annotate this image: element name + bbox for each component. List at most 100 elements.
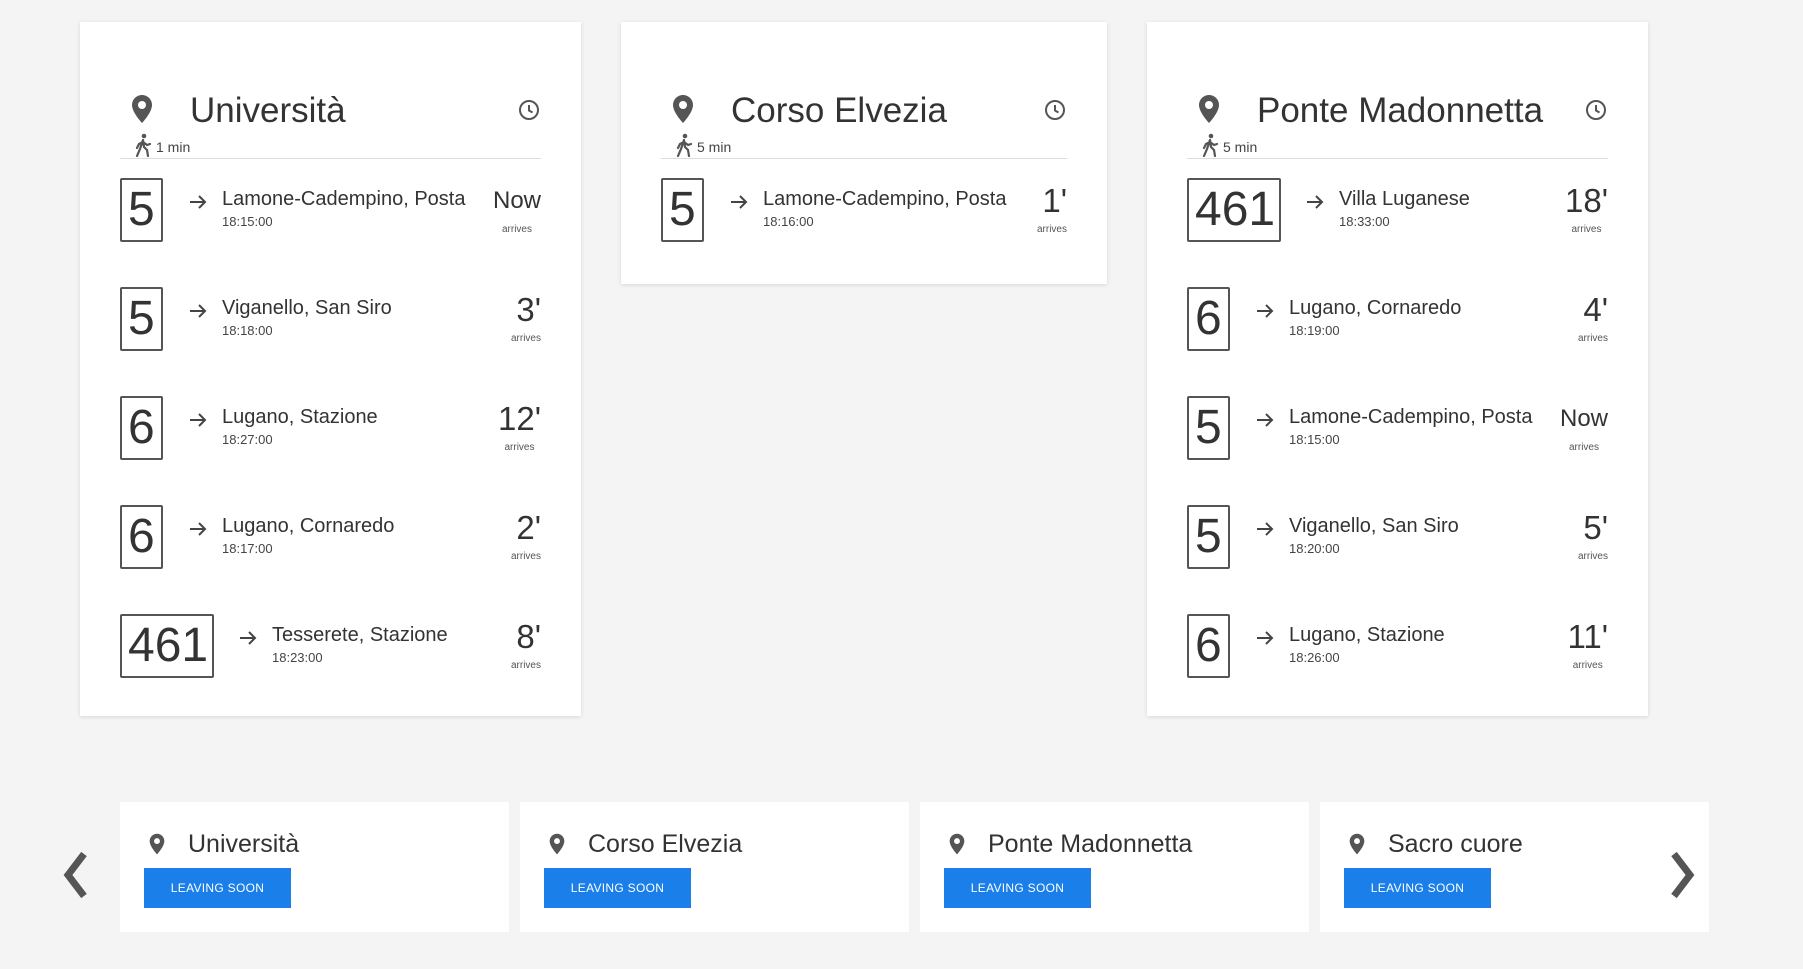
departure-row[interactable]: 5 Lamone-Cadempino, Posta 18:16:00 1' arrive…	[661, 178, 1067, 248]
line-badge: 6	[1187, 287, 1230, 351]
eta-label: arrives	[1571, 224, 1602, 235]
stop-title: Ponte Madonnetta	[1257, 91, 1544, 130]
eta: 1' arrives	[1037, 182, 1067, 235]
eta-label: arrives	[1577, 551, 1608, 562]
departure-time: 18:17:00	[222, 541, 273, 556]
walking-person-icon	[134, 133, 152, 158]
destination: Lugano, Cornaredo	[222, 515, 395, 537]
eta-value: 18'	[1564, 182, 1608, 219]
stop-title: Università	[190, 91, 346, 130]
line-badge: 5	[1187, 396, 1230, 460]
clock-icon[interactable]	[517, 98, 541, 122]
departure-time: 18:23:00	[272, 650, 323, 665]
destination: Viganello, San Siro	[222, 297, 392, 319]
eta-value: 3'	[516, 291, 541, 328]
destination: Villa Luganese	[1339, 188, 1470, 210]
departure-row[interactable]: 5 Lamone-Cadempino, Posta 18:15:00 Now arriv…	[1187, 396, 1608, 466]
stop-summary-title: Università	[188, 830, 300, 858]
eta-value: Now	[492, 187, 541, 214]
departure-row[interactable]: 6 Lugano, Stazione 18:26:00 11' arrives	[1187, 614, 1608, 684]
departure-row[interactable]: 6 Lugano, Stazione 18:27:00 12' arrives	[120, 396, 541, 466]
eta: 8' arrives	[511, 618, 541, 671]
destination: Lugano, Stazione	[1289, 624, 1445, 646]
departure-row[interactable]: 6 Lugano, Cornaredo 18:19:00 4' arrives	[1187, 287, 1608, 357]
eta: Now arrives	[1560, 400, 1608, 453]
destination: Viganello, San Siro	[1289, 515, 1459, 537]
line-badge: 5	[1187, 505, 1230, 569]
arrow-right-icon	[1305, 192, 1325, 212]
walking-person-icon	[1201, 133, 1219, 158]
eta: 11' arrives	[1567, 618, 1608, 671]
leaving-soon-button[interactable]: LEAVING SOON	[1344, 868, 1491, 908]
eta-value: 8'	[516, 618, 541, 655]
eta: 5' arrives	[1578, 509, 1608, 562]
arrow-right-icon	[1255, 628, 1275, 648]
stop-summary-card[interactable]: Sacro cuore LEAVING SOON	[1320, 802, 1709, 932]
eta: 4' arrives	[1578, 291, 1608, 344]
line-badge: 5	[120, 287, 163, 351]
eta-value: 2'	[516, 509, 541, 546]
map-pin-icon	[548, 833, 566, 855]
stop-header: Ponte Madonnetta 5 min	[1187, 66, 1608, 159]
departure-row[interactable]: 461 Tesserete, Stazione 18:23:00 8' arrives	[120, 614, 541, 684]
eta: 3' arrives	[511, 291, 541, 344]
departure-time: 18:20:00	[1289, 541, 1340, 556]
eta-label: arrives	[1577, 333, 1608, 344]
departure-row[interactable]: 6 Lugano, Cornaredo 18:17:00 2' arrives	[120, 505, 541, 575]
leaving-soon-button[interactable]: LEAVING SOON	[144, 868, 291, 908]
leaving-soon-button[interactable]: LEAVING SOON	[944, 868, 1091, 908]
arrow-right-icon	[188, 519, 208, 539]
stop-header: Corso Elvezia 5 min	[661, 66, 1067, 159]
arrow-right-icon	[729, 192, 749, 212]
stop-card-universita: Università 1 min 5 Lamone-Cadempino, Posta 1…	[80, 22, 581, 716]
line-badge: 6	[1187, 614, 1230, 678]
carousel-next-button[interactable]	[1668, 850, 1698, 900]
map-pin-icon	[671, 94, 695, 124]
eta-value: 1'	[1042, 182, 1067, 219]
departure-time: 18:18:00	[222, 323, 273, 338]
departure-time: 18:15:00	[1289, 432, 1340, 447]
stop-summary-title: Ponte Madonnetta	[988, 830, 1193, 858]
line-badge: 5	[120, 178, 163, 242]
eta-label: arrives	[510, 333, 541, 344]
line-badge: 461	[120, 614, 214, 678]
departure-row[interactable]: 5 Viganello, San Siro 18:20:00 5' arrives	[1187, 505, 1608, 575]
map-pin-icon	[948, 833, 966, 855]
destination: Lamone-Cadempino, Posta	[222, 188, 466, 210]
departure-time: 18:27:00	[222, 432, 273, 447]
leaving-soon-button[interactable]: LEAVING SOON	[544, 868, 691, 908]
departure-row[interactable]: 5 Lamone-Cadempino, Posta 18:15:00 Now arriv…	[120, 178, 541, 248]
destination: Lugano, Cornaredo	[1289, 297, 1462, 319]
arrow-right-icon	[188, 301, 208, 321]
departure-time: 18:19:00	[1289, 323, 1340, 338]
map-pin-icon	[130, 94, 154, 124]
stop-summary-card[interactable]: Università LEAVING SOON	[120, 802, 509, 932]
eta-value: Now	[1559, 405, 1608, 432]
arrow-right-icon	[1255, 519, 1275, 539]
stop-summary-card[interactable]: Ponte Madonnetta LEAVING SOON	[920, 802, 1309, 932]
eta-value: 11'	[1567, 618, 1608, 655]
departure-time: 18:26:00	[1289, 650, 1340, 665]
departure-time: 18:15:00	[222, 214, 273, 229]
departure-time: 18:16:00	[763, 214, 814, 229]
departure-time: 18:33:00	[1339, 214, 1390, 229]
eta-label: arrives	[510, 551, 541, 562]
eta: 12' arrives	[498, 400, 541, 453]
eta-value: 4'	[1583, 291, 1608, 328]
clock-icon[interactable]	[1043, 98, 1067, 122]
departure-row[interactable]: 461 Villa Luganese 18:33:00 18' arrives	[1187, 178, 1608, 248]
eta-label: arrives	[1568, 442, 1599, 453]
eta-label: arrives	[510, 660, 541, 671]
stop-summary-card[interactable]: Corso Elvezia LEAVING SOON	[520, 802, 909, 932]
eta-label: arrives	[1036, 224, 1067, 235]
stop-header: Università 1 min	[120, 66, 541, 159]
clock-icon[interactable]	[1584, 98, 1608, 122]
stop-card-ponte-madonnetta: Ponte Madonnetta 5 min 461 Villa Luganese 18…	[1147, 22, 1648, 716]
arrow-right-icon	[1255, 301, 1275, 321]
arrow-right-icon	[188, 192, 208, 212]
eta-value: 5'	[1583, 509, 1608, 546]
departure-row[interactable]: 5 Viganello, San Siro 18:18:00 3' arrives	[120, 287, 541, 357]
chevron-left-icon	[63, 851, 87, 899]
carousel-prev-button[interactable]	[60, 850, 90, 900]
eta: 2' arrives	[511, 509, 541, 562]
